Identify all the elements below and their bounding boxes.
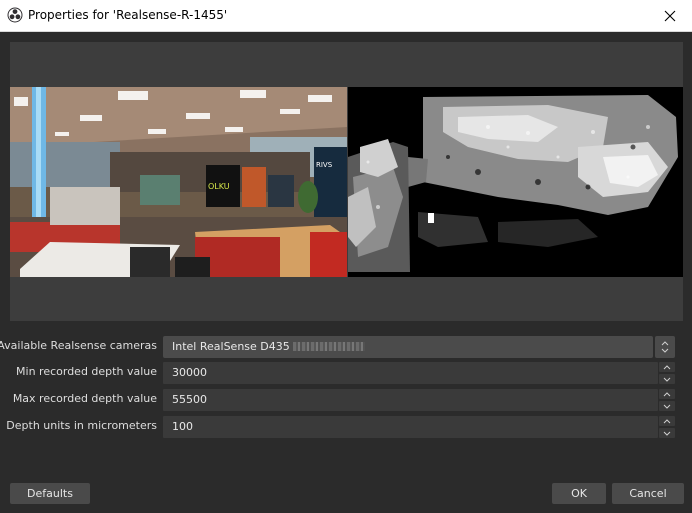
min-depth-stepper	[659, 362, 675, 384]
chevron-up-icon	[663, 364, 671, 369]
property-row-camera: Available Realsense cameras Intel RealSe…	[0, 336, 692, 358]
window-title: Properties for 'Realsense-R-1455'	[28, 8, 228, 22]
depth-map-image	[348, 87, 683, 277]
properties-dialog: Properties for 'Realsense-R-1455' OLKU R…	[0, 0, 692, 513]
title-bar: Properties for 'Realsense-R-1455'	[0, 0, 692, 32]
cancel-button[interactable]: Cancel	[612, 483, 684, 504]
chevron-down-icon	[663, 404, 671, 409]
property-label: Depth units in micrometers	[6, 419, 157, 432]
max-depth-decrement[interactable]	[659, 401, 675, 411]
close-button[interactable]	[648, 0, 692, 31]
color-camera-image: OLKU RIVS	[10, 87, 347, 277]
property-row-max-depth: Max recorded depth value 55500	[0, 389, 692, 411]
chevron-up-icon	[661, 341, 669, 346]
depth-units-decrement[interactable]	[659, 428, 675, 438]
depth-units-stepper	[659, 416, 675, 438]
svg-text:RIVS: RIVS	[316, 161, 333, 169]
property-row-depth-units: Depth units in micrometers 100	[0, 416, 692, 438]
source-preview: OLKU RIVS	[10, 42, 683, 321]
depth-units-increment[interactable]	[659, 416, 675, 426]
property-label: Available Realsense cameras	[0, 339, 157, 352]
property-row-min-depth: Min recorded depth value 30000	[0, 362, 692, 384]
svg-text:OLKU: OLKU	[208, 182, 230, 191]
property-label: Max recorded depth value	[12, 392, 157, 405]
masked-serial	[292, 342, 365, 351]
chevron-down-icon	[663, 431, 671, 436]
close-icon	[664, 10, 676, 21]
camera-select-arrow[interactable]	[655, 336, 675, 358]
video-preview: OLKU RIVS	[10, 87, 683, 277]
max-depth-input[interactable]: 55500	[163, 389, 658, 411]
min-depth-input[interactable]: 30000	[163, 362, 658, 384]
depth-units-input[interactable]: 100	[163, 416, 658, 438]
chevron-up-icon	[663, 418, 671, 423]
min-depth-decrement[interactable]	[659, 374, 675, 384]
max-depth-increment[interactable]	[659, 389, 675, 399]
camera-select[interactable]: Intel RealSense D435	[163, 336, 653, 358]
max-depth-stepper	[659, 389, 675, 411]
obs-logo-icon	[7, 7, 23, 23]
defaults-button[interactable]: Defaults	[10, 483, 90, 504]
min-depth-increment[interactable]	[659, 362, 675, 372]
ok-button[interactable]: OK	[552, 483, 606, 504]
property-label: Min recorded depth value	[16, 365, 157, 378]
chevron-down-icon	[661, 348, 669, 353]
chevron-down-icon	[663, 377, 671, 382]
chevron-up-icon	[663, 391, 671, 396]
